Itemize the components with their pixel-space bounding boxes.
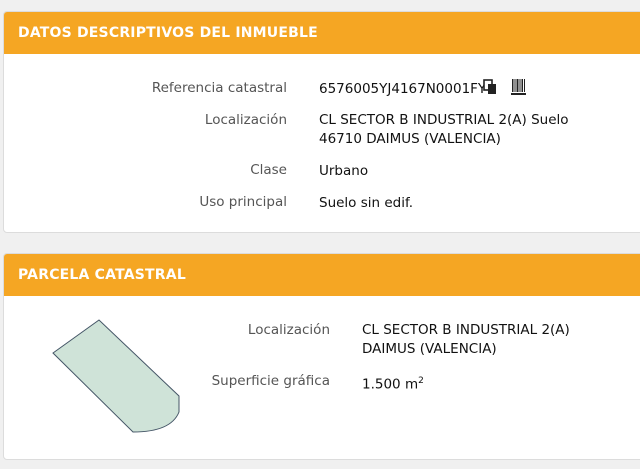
localizacion-line-2: 46710 DAIMUS (VALENCIA) xyxy=(319,131,501,147)
localizacion-label: Localización xyxy=(204,112,287,128)
parcela-catastral-panel: PARCELA CATASTRAL Localización CL SECTOR… xyxy=(3,253,640,460)
uso-principal-label: Uso principal xyxy=(199,194,287,210)
localizacion-value: CL SECTOR B INDUSTRIAL 2(A) Suelo 46710 … xyxy=(319,111,569,149)
localizacion-line-1: CL SECTOR B INDUSTRIAL 2(A) Suelo xyxy=(319,112,569,128)
parcela-localizacion-line-2: DAIMUS (VALENCIA) xyxy=(362,341,497,357)
superficie-unit-exponent: 2 xyxy=(418,376,424,386)
superficie-label: Superficie gráfica xyxy=(211,373,330,389)
datos-descriptivos-panel: DATOS DESCRIPTIVOS DEL INMUEBLE Referenc… xyxy=(3,11,640,233)
superficie-number: 1.500 m xyxy=(362,376,419,393)
datos-descriptivos-header: DATOS DESCRIPTIVOS DEL INMUEBLE xyxy=(4,12,640,54)
clase-value: Urbano xyxy=(319,163,369,179)
copy-icon[interactable] xyxy=(483,79,497,99)
clase-label: Clase xyxy=(250,162,287,178)
parcel-shape xyxy=(52,319,180,433)
parcela-localizacion-value: CL SECTOR B INDUSTRIAL 2(A) DAIMUS (VALE… xyxy=(362,321,570,359)
referencia-label: Referencia catastral xyxy=(151,80,287,96)
parcela-localizacion-label: Localización xyxy=(247,322,330,338)
referencia-value[interactable]: 6576005YJ4167N0001FY xyxy=(319,80,486,99)
barcode-icon[interactable] xyxy=(511,78,527,100)
superficie-value: 1.500 m2 xyxy=(362,372,424,395)
uso-principal-value: Suelo sin edif. xyxy=(319,195,414,211)
parcela-catastral-header: PARCELA CATASTRAL xyxy=(4,254,640,296)
parcela-localizacion-line-1: CL SECTOR B INDUSTRIAL 2(A) xyxy=(362,322,570,338)
